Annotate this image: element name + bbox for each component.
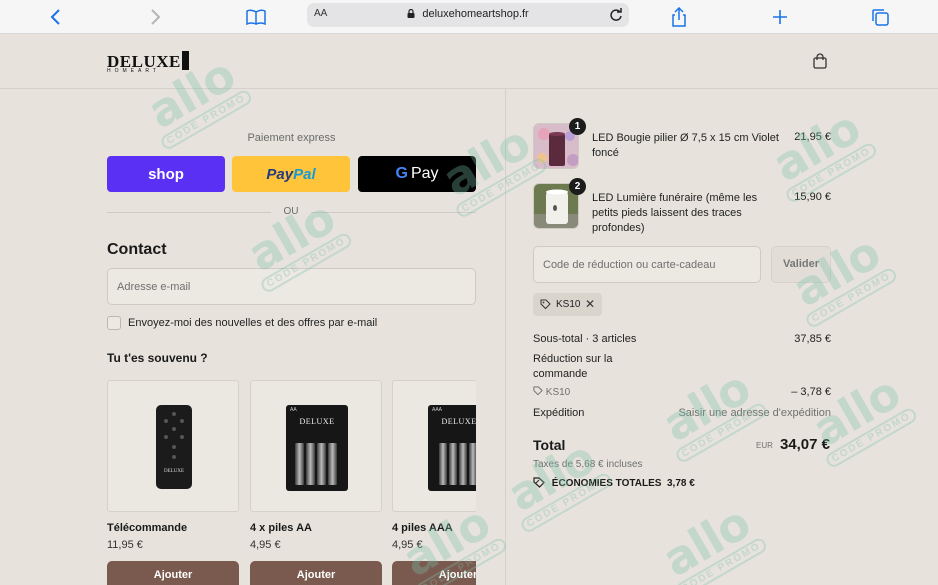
tag-icon [533,386,543,396]
item-price: 15,90 € [794,191,831,203]
total-savings: ÉCONOMIES TOTALES 3,78 € [533,477,695,489]
order-line-item: 1 LED Bougie pilier Ø 7,5 x 15 cm Violet… [533,118,831,171]
tag-icon [540,299,551,310]
quantity-badge: 1 [569,118,586,135]
recommendations-heading: Tu t'es souvenu ? [107,351,208,365]
product-name: 4 x piles AA [250,522,312,534]
reload-icon[interactable] [607,6,625,24]
order-line-item: 2 LED Lumière funéraire (même les petits… [533,178,831,234]
express-checkout-label: Paiement express [247,132,336,144]
browser-toolbar: AA deluxehomeartshop.fr [0,0,938,34]
add-aa-batteries-button[interactable]: Ajouter [250,561,382,585]
deluxe-logo[interactable]: DELUXE HOMEART [107,51,189,74]
add-remote-button[interactable]: Ajouter [107,561,239,585]
item-name: LED Lumière funéraire (même les petits p… [592,192,758,234]
address-bar[interactable]: AA deluxehomeartshop.fr [307,3,629,27]
share-icon[interactable] [668,6,690,28]
newsletter-checkbox[interactable] [107,316,121,330]
tabs-icon[interactable] [869,6,891,28]
order-summary: 1 LED Bougie pilier Ø 7,5 x 15 cm Violet… [505,89,938,585]
savings-tag-icon [533,477,545,488]
site-header: DELUXE HOMEART [0,34,938,89]
url-text: deluxehomeartshop.fr [422,8,529,20]
product-image-aa[interactable]: AA DELUXE [250,380,382,512]
newsletter-label: Envoyez-moi des nouvelles et des offres … [128,317,378,329]
total-currency: EUR [756,441,773,450]
remote-control-image: DELUXE [156,405,192,489]
google-pay-button[interactable]: G Pay [358,156,476,192]
new-tab-icon[interactable] [769,6,791,28]
logo-badge [181,51,189,70]
paypal-button[interactable]: Pay Pal [232,156,350,192]
total-label: Total [533,437,566,453]
shipping-row: Expédition Saisir une adresse d'expéditi… [533,407,831,419]
applied-code-chip: KS10 ✕ [533,293,602,316]
discount-code-input[interactable] [533,246,761,283]
bookmarks-icon[interactable] [245,6,267,28]
google-g-icon: G [395,165,408,182]
lock-icon [407,9,415,18]
quantity-badge: 2 [569,178,586,195]
product-carousel[interactable]: DELUXE Télécommande 11,95 € Ajouter AA D… [107,380,476,585]
shopping-bag-icon[interactable] [812,53,828,69]
product-card: AA DELUXE 4 x piles AA 4,95 € Ajouter [250,380,382,585]
item-price: 21,95 € [794,131,831,143]
product-card: AAA DELUXE 4 piles AAA 4,95 € Ajouter [392,380,476,585]
product-name: Télécommande [107,522,188,534]
product-image-remote[interactable]: DELUXE [107,380,239,512]
product-price: 11,95 € [107,539,143,551]
add-aaa-batteries-button[interactable]: Ajouter [392,561,476,585]
product-price: 4,95 € [250,539,281,551]
remove-code-icon[interactable]: ✕ [585,297,595,311]
shop-pay-button[interactable]: shop [107,156,225,192]
forward-icon[interactable] [144,6,166,28]
checkout-form: Paiement express shop Pay Pal G Pay OU Con… [0,89,505,585]
reduction-label: Réduction sur la commande [533,353,613,380]
email-field[interactable] [107,268,476,305]
back-icon[interactable] [45,6,67,28]
apply-discount-button[interactable]: Valider [771,246,831,283]
subtotal-row: Sous-total · 3 articles 37,85 € [533,333,831,345]
battery-pack-image: AAA DELUXE [428,405,476,491]
product-name: 4 piles AAA [392,522,453,534]
product-card: DELUXE Télécommande 11,95 € Ajouter [107,380,239,585]
or-separator: OU [271,206,311,217]
product-price: 4,95 € [392,539,423,551]
tax-note: Taxes de 5,68 € incluses [533,459,643,470]
total-value: 34,07 € [779,436,830,453]
contact-heading: Contact [107,241,167,258]
item-name: LED Bougie pilier Ø 7,5 x 15 cm Violet f… [592,132,779,159]
product-image-aaa[interactable]: AAA DELUXE [392,380,476,512]
reduction-row: KS10 – 3,78 € [533,386,831,398]
battery-pack-image: AA DELUXE [286,405,348,491]
